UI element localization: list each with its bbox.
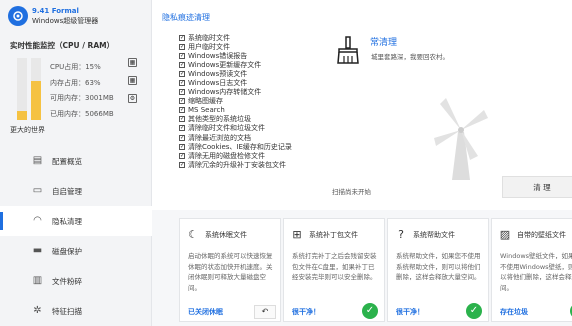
privacy-checklist: ✓ 系统临时文件 ✓ 用户临时文件 ✓ Windows错误报告 ✓ Windows更新缓… (179, 33, 292, 169)
main-panel: 隐私痕迹清理 ✓ 系统临时文件 ✓ 用户临时文件 ✓ Windows错误报告 ✓ Win… (152, 0, 572, 326)
checkbox[interactable]: ✓ (179, 98, 185, 105)
nav-label: 文件粉碎 (52, 276, 82, 286)
hibernate-icon: ☾ (188, 228, 198, 241)
card-description: 系统打完补丁之后会残留安装包文件在C盘里，如果补丁已经安装完毕则可以安全删除。 (292, 252, 377, 281)
sidebar: 9.41 Formal Windows超级管理器 实时性能监控（CPU / RA… (0, 0, 152, 326)
nav-item-disk[interactable]: ▬ 磁盘保护 (0, 236, 152, 266)
card-status-link[interactable]: 已关闭休眠 (188, 307, 223, 317)
checkbox[interactable]: ✓ (179, 143, 185, 150)
nav-label: 自启管理 (52, 186, 82, 196)
card-title: 系统补丁包文件 (309, 231, 358, 239)
startup-icon: ▭ (32, 185, 43, 196)
cpu-bar-fill (17, 110, 27, 120)
nav-item-shredder[interactable]: ▥ 文件粉碎 (0, 266, 152, 296)
undo-icon[interactable]: ↶ (254, 305, 276, 319)
app-name: Windows超级管理器 (32, 17, 99, 25)
checkbox[interactable]: ✓ (179, 116, 185, 123)
scan-icon: ✲ (33, 305, 42, 316)
checkbox-label: 缩略图缓存 (188, 97, 223, 106)
nav-label: 磁盘保护 (52, 246, 82, 256)
checkbox[interactable]: ✓ (179, 61, 185, 68)
section-title: 隐私痕迹清理 (162, 13, 210, 22)
nav-label: 特征扫描 (52, 306, 82, 316)
cpu-usage: CPU占用：15% (50, 63, 101, 71)
memory-bar-fill (31, 80, 41, 120)
nav-item-privacy[interactable]: ◠ 隐私清理 (0, 206, 152, 236)
card-description: 启动休眠的系统可以快速恢复休眠的状态加快开机速度。关闭休眠则可释放大量磁盘空间。 (188, 252, 273, 292)
checkbox[interactable]: ✓ (179, 134, 185, 141)
checklist-item[interactable]: ✓ 清除冗余的升级补丁安装包文件 (179, 160, 292, 169)
nav-label: 隐私清理 (52, 216, 82, 226)
checkbox-label: MS Search (188, 106, 225, 115)
brand: 9.41 Formal Windows超级管理器 (8, 6, 98, 26)
sidebar-nav: ▤ 配置概览 ▭ 自启管理 ◠ 隐私清理 ▬ 磁盘保护 ▥ 文件粉碎 ✲ 特征扫… (0, 146, 152, 326)
used-memory: 已用内存：5066MB (50, 109, 114, 118)
windmill-illustration-icon (434, 98, 488, 180)
card-title: 系统休眠文件 (205, 231, 247, 239)
checklist-item[interactable]: ✓ 缩略图缓存 (179, 97, 292, 106)
clean-title: 常清理 (370, 38, 398, 48)
checkbox[interactable]: ✓ (179, 70, 185, 77)
scan-status: 扫描尚未开始 (332, 188, 371, 196)
memory-bar (31, 58, 41, 120)
checkbox[interactable]: ✓ (179, 43, 185, 50)
checkbox-label: 清除冗余的升级补丁安装包文件 (188, 160, 286, 169)
shredder-icon: ▥ (32, 275, 43, 286)
cpu-bar (17, 58, 27, 120)
stats: CPU占用：15% 内存占用：63% 可用内存：3001MB 已用内存：5066… (50, 60, 114, 122)
help-icon: ? (398, 228, 404, 241)
privacy-icon: ◠ (33, 215, 42, 226)
nav-item-scan[interactable]: ✲ 特征扫描 (0, 296, 152, 326)
checkbox[interactable]: ✓ (179, 107, 185, 114)
disk-icon: ▬ (32, 245, 43, 256)
patch-icon: ⊞ (292, 228, 302, 241)
check-icon: ✓ (362, 303, 378, 319)
dashboard-icon: ▤ (32, 155, 43, 166)
check-icon: ✓ (466, 303, 482, 319)
world-link[interactable]: 更大的世界 (10, 125, 45, 135)
app-version: 9.41 Formal (32, 7, 79, 15)
performance-bars (17, 58, 43, 120)
card-status-link[interactable]: 很干净！ (396, 307, 424, 317)
memory-usage: 内存占用：63% (50, 78, 101, 87)
card-help: ? 系统帮助文件 系统帮助文件，如果您不使用系统帮助文件，则可以将他们删除，这样… (387, 218, 489, 322)
memory-detail-icon[interactable]: ▦ (128, 76, 137, 85)
card-title: 系统帮助文件 (413, 231, 455, 239)
nav-item-startup[interactable]: ▭ 自启管理 (0, 176, 152, 206)
checkbox[interactable]: ✓ (179, 89, 185, 96)
checkbox[interactable]: ✓ (179, 161, 185, 168)
monitor-title: 实时性能监控（CPU / RAM） (10, 41, 115, 50)
card-hibernate: ☾ 系统休眠文件 启动休眠的系统可以快速恢复休眠的状态加快开机速度。关闭休眠则可… (179, 218, 281, 322)
card-wallpaper: ▨ 自带的壁纸文件 Windows壁纸文件，如果您不使用Windows壁纸，则可… (491, 218, 572, 322)
checkbox[interactable]: ✓ (179, 152, 185, 159)
clean-button[interactable]: 清 理 (502, 176, 572, 198)
free-memory: 可用内存：3001MB (50, 94, 114, 102)
card-status-link[interactable]: 很干净！ (292, 307, 320, 317)
checkbox[interactable]: ✓ (179, 34, 185, 41)
checkbox[interactable]: ✓ (179, 80, 185, 87)
card-title: 自带的壁纸文件 (517, 231, 566, 239)
checkbox[interactable]: ✓ (179, 125, 185, 132)
card-status-link[interactable]: 存在垃圾 (500, 307, 528, 317)
checkbox[interactable]: ✓ (179, 52, 185, 59)
cpu-detail-icon[interactable]: ▦ (128, 58, 137, 67)
memory-optimize-icon[interactable]: ⚙ (128, 94, 137, 103)
clean-subtitle: 城里套路深，我要回农村。 (371, 53, 449, 61)
stat-icons: ▦ ▦ ⚙ (128, 58, 137, 103)
broom-icon (337, 36, 359, 64)
nav-item-overview[interactable]: ▤ 配置概览 (0, 146, 152, 176)
nav-label: 配置概览 (52, 156, 82, 166)
card-description: Windows壁纸文件，如果您不使用Windows壁纸，则可以将他们删除，这样会… (500, 252, 572, 292)
card-patch: ⊞ 系统补丁包文件 系统打完补丁之后会残留安装包文件在C盘里，如果补丁已经安装完… (283, 218, 385, 322)
app-logo-icon (8, 6, 28, 26)
card-description: 系统帮助文件，如果您不使用系统帮助文件，则可以将他们删除，这样会释放大量空间。 (396, 252, 481, 281)
wallpaper-icon: ▨ (499, 228, 511, 241)
